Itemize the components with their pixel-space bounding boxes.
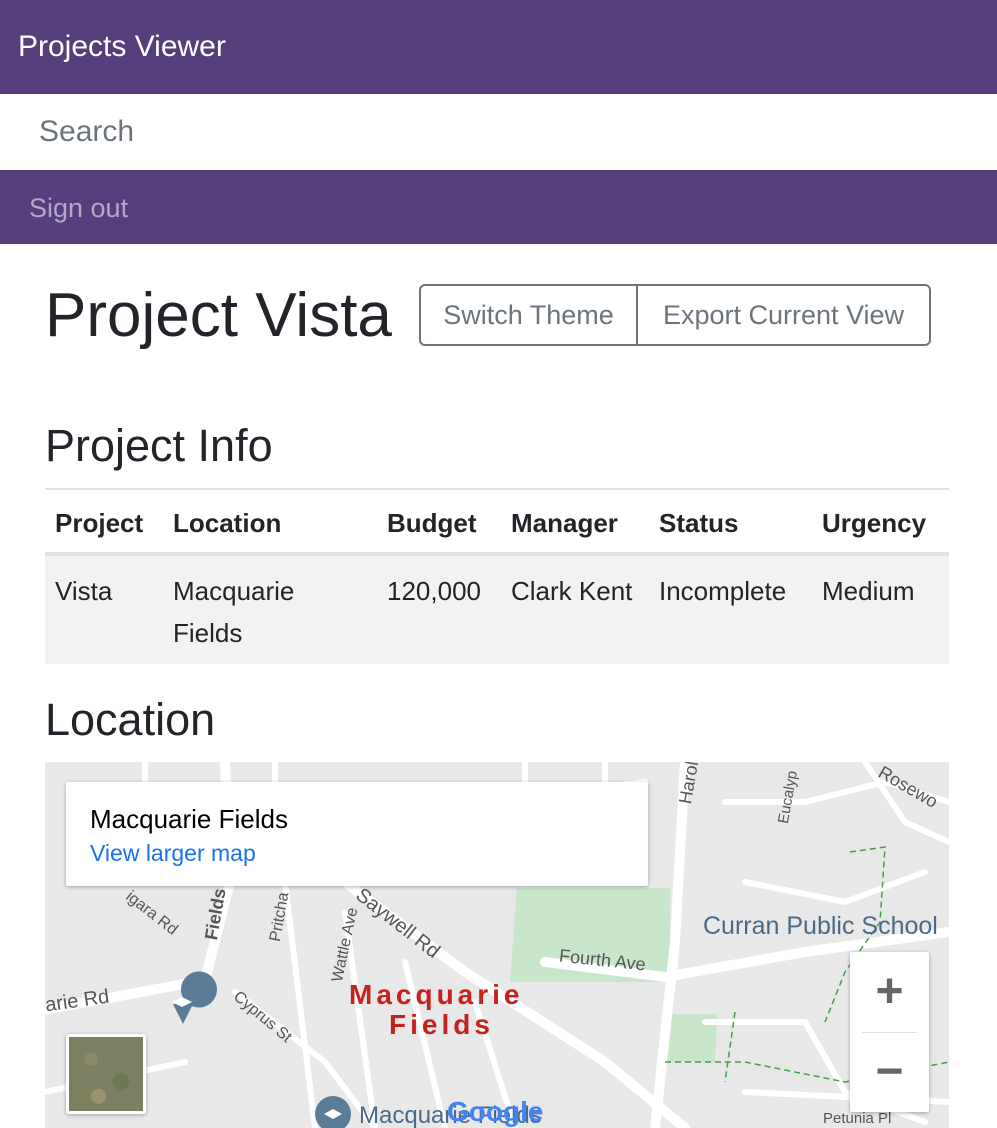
sign-out-link[interactable]: Sign out <box>29 190 128 226</box>
column-header-project: Project <box>45 488 163 556</box>
column-header-location: Location <box>163 488 377 556</box>
location-heading: Location <box>45 694 216 745</box>
sign-out-bar <box>0 170 997 244</box>
cell-status: Incomplete <box>649 554 812 664</box>
satellite-toggle-thumbnail[interactable] <box>66 1034 146 1114</box>
map-zoom-control: + − <box>850 952 929 1112</box>
cell-project: Vista <box>45 554 163 664</box>
table-header-row: Project Location Budget Manager Status U… <box>45 488 949 556</box>
map-info-card: Macquarie Fields View larger map <box>66 782 648 886</box>
zoom-in-button[interactable]: + <box>850 952 929 1031</box>
cell-budget: 120,000 <box>377 554 501 664</box>
search-input[interactable] <box>7 94 997 170</box>
table-row: Vista Macquarie Fields 120,000 Clark Ken… <box>45 554 949 664</box>
suburb-label-line1: Macquarie <box>349 979 524 1010</box>
suburb-label-line2: Fields <box>389 1009 494 1040</box>
google-logo: Google <box>447 1096 544 1127</box>
brand-title[interactable]: Projects Viewer <box>18 28 226 66</box>
cell-manager: Clark Kent <box>501 554 649 664</box>
column-header-status: Status <box>649 488 812 556</box>
column-header-manager: Manager <box>501 488 649 556</box>
column-header-urgency: Urgency <box>812 488 949 556</box>
project-info-table-wrapper: Project Location Budget Manager Status U… <box>45 488 949 664</box>
action-button-group: Switch Theme Export Current View <box>419 284 931 346</box>
map-street-label: Petunia Pl <box>823 1110 892 1127</box>
cell-location: Macquarie Fields <box>163 554 377 664</box>
location-map[interactable]: Macquarie Fields Curran Public School Ha… <box>45 762 949 1128</box>
view-larger-map-link[interactable]: View larger map <box>90 838 256 868</box>
map-place-title: Macquarie Fields <box>90 804 288 834</box>
project-info-table: Project Location Budget Manager Status U… <box>45 488 949 664</box>
map-school-label: Curran Public School <box>703 912 938 940</box>
page-title: Project Vista <box>45 281 392 350</box>
column-header-budget: Budget <box>377 488 501 556</box>
switch-theme-button[interactable]: Switch Theme <box>419 284 638 346</box>
map-suburb-label: Macquarie Fields <box>349 980 524 1040</box>
export-view-button[interactable]: Export Current View <box>636 284 931 346</box>
zoom-out-button[interactable]: − <box>850 1032 929 1111</box>
project-info-heading: Project Info <box>45 420 273 471</box>
cell-urgency: Medium <box>812 554 949 664</box>
